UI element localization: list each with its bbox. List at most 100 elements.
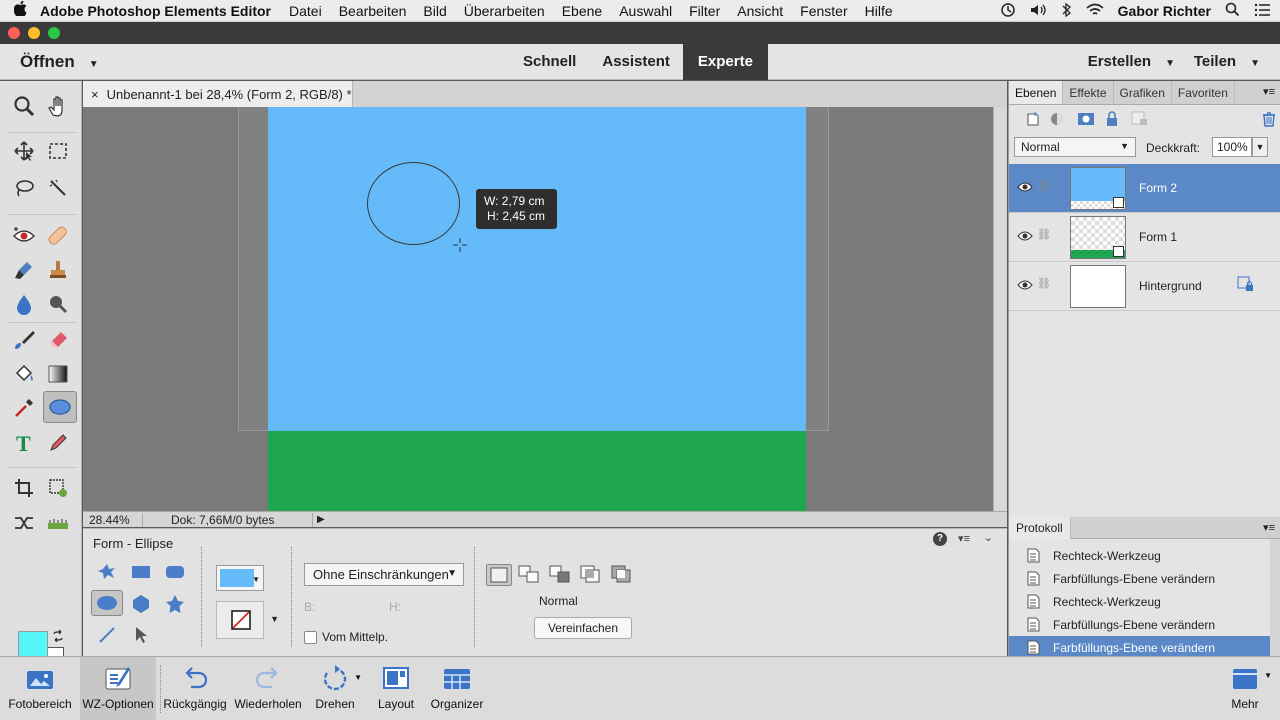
layer-name[interactable]: Form 2: [1139, 181, 1177, 195]
add-shape-mode-button[interactable]: [517, 564, 543, 586]
exclude-shape-mode-button[interactable]: [610, 564, 636, 586]
history-item[interactable]: Rechteck-Werkzeug: [1009, 544, 1271, 567]
star-shape-button[interactable]: [159, 591, 191, 617]
menu-edit[interactable]: Bearbeiten: [339, 3, 407, 19]
crop-tool-icon[interactable]: [9, 473, 39, 503]
new-layer-icon[interactable]: [1025, 111, 1041, 127]
layer-row-form-1[interactable]: ⛓ Form 1: [1009, 213, 1280, 262]
straighten-tool-icon[interactable]: [43, 508, 73, 538]
menu-layer[interactable]: Ebene: [562, 3, 602, 19]
menu-select[interactable]: Auswahl: [619, 3, 672, 19]
options-menu-icon[interactable]: ▾≡: [958, 532, 970, 545]
spotlight-icon[interactable]: [1225, 2, 1240, 20]
chevron-down-icon[interactable]: ▼: [354, 673, 362, 682]
layout-button[interactable]: Layout: [370, 657, 422, 720]
organizer-button[interactable]: Organizer: [426, 657, 488, 720]
volume-icon[interactable]: [1030, 3, 1048, 20]
panel-menu-icon[interactable]: ▾≡: [1263, 85, 1275, 98]
tab-favorites[interactable]: Favoriten: [1172, 81, 1235, 104]
polygon-shape-button[interactable]: [125, 591, 157, 617]
chevron-down-icon[interactable]: ▼: [1264, 671, 1272, 680]
pencil-tool-icon[interactable]: [43, 428, 73, 458]
redo-button[interactable]: Wiederholen: [230, 657, 306, 720]
menu-filter[interactable]: Filter: [689, 3, 720, 19]
photo-bin-button[interactable]: Fotobereich: [0, 657, 80, 720]
create-button[interactable]: Erstellen ▼: [1088, 53, 1175, 70]
open-button[interactable]: Öffnen ▼: [20, 52, 99, 72]
layer-row-form-2[interactable]: ⛓ Form 2: [1009, 164, 1280, 213]
adjustment-layer-icon[interactable]: [1049, 111, 1067, 127]
more-button[interactable]: Mehr ▼: [1218, 657, 1272, 720]
share-button[interactable]: Teilen ▼: [1194, 53, 1260, 70]
history-item[interactable]: Farbfüllungs-Ebene verändern: [1009, 613, 1271, 636]
move-tool-icon[interactable]: [9, 136, 39, 166]
ellipse-shape-button[interactable]: [91, 590, 123, 616]
background-lock-icon[interactable]: [1237, 276, 1255, 294]
hand-tool-icon[interactable]: [43, 91, 73, 121]
blur-tool-icon[interactable]: [9, 289, 39, 319]
minimize-window-button[interactable]: [28, 27, 40, 39]
intersect-shape-mode-button[interactable]: [579, 564, 605, 586]
gradient-tool-icon[interactable]: [43, 359, 73, 389]
menu-file[interactable]: Datei: [289, 3, 322, 19]
simplify-button[interactable]: Vereinfachen: [534, 617, 632, 639]
mode-expert[interactable]: Experte: [682, 44, 768, 80]
menu-enhance[interactable]: Überarbeiten: [464, 3, 545, 19]
lock-all-icon[interactable]: [1105, 111, 1119, 127]
menu-window[interactable]: Fenster: [800, 3, 847, 19]
canvas-vertical-scrollbar[interactable]: [993, 107, 1007, 511]
close-document-icon[interactable]: ×: [91, 87, 99, 102]
lasso-tool-icon[interactable]: [9, 173, 39, 203]
history-item[interactable]: Rechteck-Werkzeug: [1009, 590, 1271, 613]
mode-quick[interactable]: Schnell: [510, 44, 589, 80]
tab-effects[interactable]: Effekte: [1063, 81, 1114, 104]
swap-colors-icon[interactable]: [52, 629, 64, 645]
menu-image[interactable]: Bild: [423, 3, 446, 19]
close-window-button[interactable]: [8, 27, 20, 39]
layer-mask-icon[interactable]: [1077, 111, 1095, 127]
apple-icon[interactable]: [0, 0, 40, 20]
recompose-tool-icon[interactable]: [43, 473, 73, 503]
menu-help[interactable]: Hilfe: [865, 3, 893, 19]
eye-icon[interactable]: [1017, 181, 1033, 193]
wifi-icon[interactable]: [1086, 3, 1104, 20]
red-eye-tool-icon[interactable]: [9, 221, 39, 251]
eye-icon[interactable]: [1017, 279, 1033, 291]
shape-selection-button[interactable]: [125, 622, 157, 648]
paint-bucket-tool-icon[interactable]: [9, 359, 39, 389]
mode-guided[interactable]: Assistent: [589, 44, 683, 80]
shape-layer-grass[interactable]: [268, 431, 806, 511]
shape-stroke-picker[interactable]: ▼: [216, 601, 279, 639]
zoom-window-button[interactable]: [48, 27, 60, 39]
marquee-tool-icon[interactable]: [43, 136, 73, 166]
content-aware-move-tool-icon[interactable]: [9, 508, 39, 538]
eraser-tool-icon[interactable]: [43, 325, 73, 355]
blend-mode-dropdown[interactable]: Normal ▼: [1014, 137, 1136, 157]
layer-row-background[interactable]: ⛓ Hintergrund: [1009, 262, 1280, 311]
notification-center-icon[interactable]: [1254, 3, 1270, 20]
rotate-button[interactable]: Drehen ▼: [308, 657, 362, 720]
magic-wand-tool-icon[interactable]: [43, 173, 73, 203]
trash-icon[interactable]: [1261, 111, 1277, 127]
chevron-down-icon[interactable]: ▼: [270, 614, 279, 624]
ellipse-shape-tool-icon[interactable]: [43, 391, 77, 423]
constraint-dropdown[interactable]: Ohne Einschränkungen ▼: [304, 563, 464, 586]
ellipse-being-drawn[interactable]: [367, 162, 460, 245]
shape-layer-sky[interactable]: [268, 107, 806, 431]
text-tool-icon[interactable]: T: [9, 428, 39, 458]
time-machine-icon[interactable]: [1000, 2, 1016, 21]
rounded-rectangle-shape-button[interactable]: [159, 559, 191, 585]
status-menu-arrow-icon[interactable]: ▶: [313, 514, 325, 525]
tab-layers[interactable]: Ebenen: [1009, 81, 1064, 104]
panel-menu-icon[interactable]: ▾≡: [1263, 517, 1275, 539]
healing-brush-tool-icon[interactable]: [43, 221, 73, 251]
link-icon[interactable]: ⛓: [1037, 228, 1051, 241]
history-item-current[interactable]: Farbfüllungs-Ebene verändern: [1009, 636, 1271, 656]
new-shape-mode-button[interactable]: [486, 564, 512, 586]
sponge-tool-icon[interactable]: [43, 289, 73, 319]
clone-stamp-tool-icon[interactable]: [43, 255, 73, 285]
tab-graphics[interactable]: Grafiken: [1114, 81, 1172, 104]
brush-tool-icon[interactable]: [9, 325, 39, 355]
subtract-shape-mode-button[interactable]: [548, 564, 574, 586]
tool-options-button[interactable]: WZ-Optionen: [80, 657, 156, 720]
